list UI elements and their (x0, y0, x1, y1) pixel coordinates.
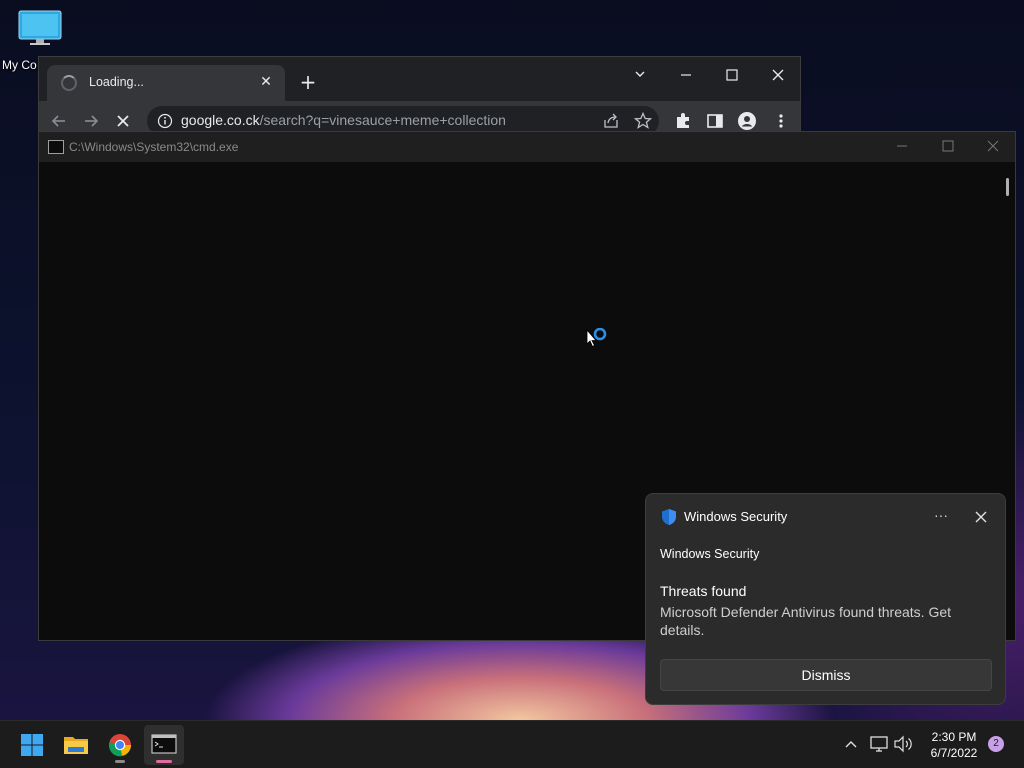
forward-arrow-icon[interactable] (79, 109, 103, 133)
notification-heading: Threats found (660, 583, 747, 599)
address-url: google.co.ck/search?q=vinesauce+meme+col… (181, 112, 506, 128)
file-explorer-icon (64, 737, 88, 754)
chrome-icon (108, 734, 131, 757)
url-path: /search?q=vinesauce+meme+collection (259, 112, 506, 128)
volume-speaker-icon[interactable] (892, 733, 914, 755)
cmd-maximize-icon[interactable] (925, 132, 971, 162)
url-domain: google.co.ck (181, 112, 260, 128)
notification-count-badge[interactable]: 2 (988, 736, 1004, 752)
cmd-minimize-icon[interactable] (879, 132, 925, 162)
busy-cursor-icon (586, 328, 607, 348)
more-options-ellipsis-icon[interactable]: ··· (930, 505, 952, 527)
close-tab-icon[interactable]: ✕ (257, 73, 275, 91)
show-hidden-icons-chevron-up-icon[interactable] (840, 733, 862, 755)
browser-window[interactable]: Loading... ✕ + google.co.ck/search?q=vin… (38, 56, 801, 141)
cmd-app-icon (48, 140, 64, 154)
tab-search-chevron-down-icon[interactable] (617, 61, 663, 89)
monitor-icon (18, 10, 62, 45)
share-icon[interactable] (601, 111, 621, 131)
windows-security-shield-icon (662, 509, 676, 525)
cmd-scrollbar[interactable] (1006, 178, 1009, 196)
bookmark-star-icon[interactable] (633, 111, 653, 131)
stop-loading-icon[interactable] (111, 109, 135, 133)
side-panel-icon[interactable] (705, 111, 725, 131)
loading-spinner-icon (61, 75, 77, 91)
dismiss-button[interactable]: Dismiss (660, 659, 992, 691)
new-tab-button[interactable]: + (297, 71, 319, 93)
notification-body[interactable]: Microsoft Defender Antivirus found threa… (660, 603, 980, 639)
network-icon[interactable] (868, 733, 890, 755)
taskbar-clock[interactable]: 2:30 PM 6/7/2022 (922, 729, 986, 761)
cmd-window-title: C:\Windows\System32\cmd.exe (69, 140, 239, 154)
clock-date: 6/7/2022 (930, 746, 978, 760)
back-arrow-icon[interactable] (47, 109, 71, 133)
notification-toast[interactable]: Windows Security ··· Windows Security Th… (645, 493, 1006, 705)
tab-strip: Loading... ✕ + (39, 57, 800, 101)
close-icon[interactable] (755, 61, 801, 89)
desktop-icon-label: My Co (2, 58, 37, 72)
running-indicator (115, 760, 125, 763)
clock-time: 2:30 PM (931, 730, 977, 744)
taskbar-chrome[interactable] (100, 725, 140, 765)
extensions-puzzle-icon[interactable] (673, 111, 693, 131)
notification-attribution: Windows Security (660, 547, 760, 561)
taskbar-cmd[interactable] (144, 725, 184, 765)
start-button[interactable] (12, 725, 52, 765)
browser-tab-active[interactable]: Loading... ✕ (47, 65, 285, 101)
cmd-close-icon[interactable] (970, 132, 1016, 162)
taskbar: 2:30 PM 6/7/2022 2 (0, 720, 1024, 768)
maximize-icon[interactable] (709, 61, 755, 89)
profile-avatar-icon[interactable] (737, 111, 757, 131)
windows-start-icon (21, 734, 43, 756)
tab-title: Loading... (89, 75, 144, 89)
active-indicator (156, 760, 172, 763)
taskbar-file-explorer[interactable] (56, 725, 96, 765)
notification-close-icon[interactable] (970, 506, 992, 528)
site-info-icon[interactable] (157, 113, 173, 129)
menu-kebab-icon[interactable] (771, 111, 791, 131)
cmd-titlebar[interactable]: C:\Windows\System32\cmd.exe (39, 132, 1015, 162)
notification-app-name: Windows Security (684, 509, 788, 524)
minimize-icon[interactable] (663, 61, 709, 89)
cmd-icon (151, 734, 177, 754)
